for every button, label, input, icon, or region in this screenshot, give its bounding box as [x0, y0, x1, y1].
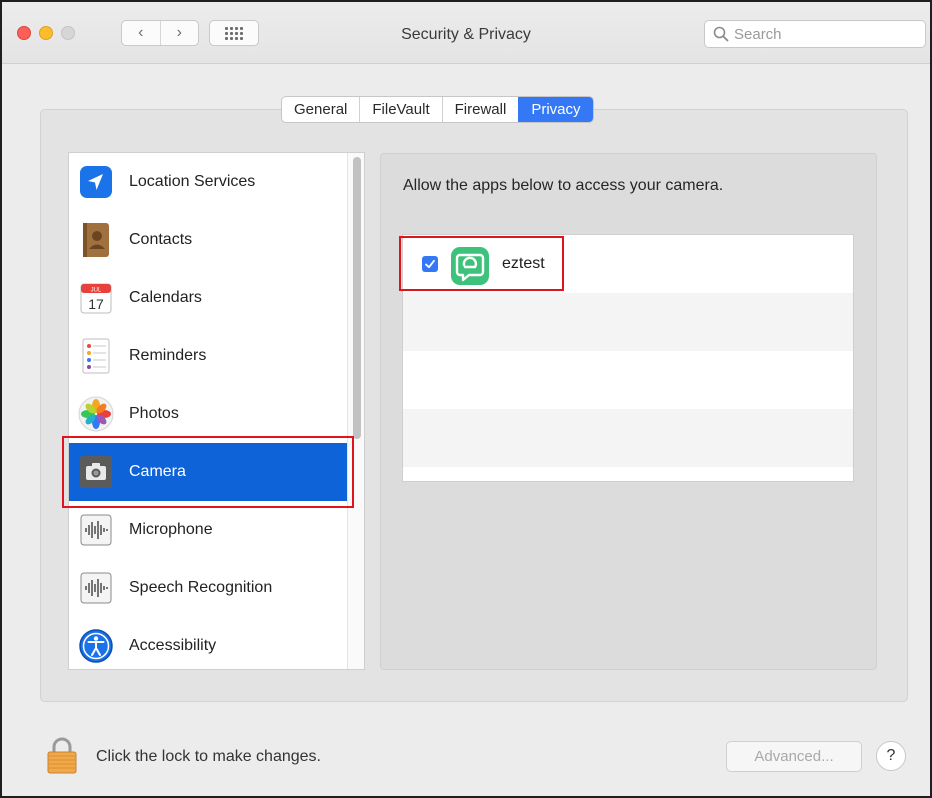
sidebar-item-label: Contacts: [129, 231, 193, 248]
accessibility-person-icon: [77, 627, 115, 665]
tab-filevault[interactable]: FileVault: [359, 97, 441, 122]
camera-app-list[interactable]: eztest: [402, 234, 854, 482]
advanced-button[interactable]: Advanced...: [726, 741, 862, 772]
empty-row: [403, 409, 853, 467]
empty-row: [403, 351, 853, 409]
sidebar-item-label: Reminders: [129, 347, 207, 364]
sidebar-item-calendars[interactable]: JUL 17 Calendars: [69, 269, 348, 327]
speech-waveform-icon: [77, 569, 115, 607]
calendar-day-text: 17: [88, 296, 104, 312]
scrollbar-thumb[interactable]: [353, 157, 361, 439]
search-field[interactable]: Search: [704, 20, 926, 48]
sidebar-item-location-services[interactable]: Location Services: [69, 153, 348, 211]
sidebar-item-label: Microphone: [129, 521, 213, 538]
camera-access-description: Allow the apps below to access your came…: [403, 177, 724, 194]
sidebar-item-label: Speech Recognition: [129, 579, 273, 596]
tab-firewall[interactable]: Firewall: [441, 97, 519, 122]
app-row-eztest[interactable]: eztest: [403, 235, 853, 293]
location-arrow-icon: [77, 163, 115, 201]
search-placeholder: Search: [734, 25, 782, 43]
tab-privacy[interactable]: Privacy: [518, 97, 593, 122]
lock-icon[interactable]: [45, 736, 79, 774]
sidebar-item-label: Photos: [129, 405, 179, 422]
lock-instruction-text: Click the lock to make changes.: [96, 748, 321, 765]
checkmark-icon: [425, 259, 435, 269]
title-bar: ‹ › Security & Privacy Search: [2, 2, 930, 64]
help-button[interactable]: ?: [876, 741, 906, 771]
sidebar-scrollbar[interactable]: [347, 153, 364, 669]
eztest-checkbox[interactable]: [422, 256, 438, 272]
camera-icon: [77, 453, 115, 491]
calendar-month-text: JUL: [91, 288, 102, 294]
photos-flower-icon: [77, 395, 115, 433]
sidebar-item-label: Camera: [129, 463, 186, 480]
eztest-app-icon: [451, 247, 489, 285]
empty-row: [403, 293, 853, 351]
calendar-icon: JUL 17: [77, 279, 115, 317]
contacts-book-icon: [77, 221, 115, 259]
sidebar-item-speech-recognition[interactable]: Speech Recognition: [69, 559, 348, 617]
sidebar-item-accessibility[interactable]: Accessibility: [69, 617, 348, 669]
tab-general[interactable]: General: [282, 97, 359, 122]
app-name: eztest: [502, 255, 545, 272]
sidebar-item-microphone[interactable]: Microphone: [69, 501, 348, 559]
sidebar-item-reminders[interactable]: Reminders: [69, 327, 348, 385]
privacy-category-list[interactable]: Location Services Contacts JUL 17 Calend…: [68, 152, 365, 670]
sidebar-item-photos[interactable]: Photos: [69, 385, 348, 443]
sidebar-item-label: Location Services: [129, 173, 256, 190]
sidebar-item-label: Accessibility: [129, 637, 217, 654]
tab-bar: General FileVault Firewall Privacy: [281, 96, 594, 123]
sidebar-item-label: Calendars: [129, 289, 202, 306]
reminders-list-icon: [77, 337, 115, 375]
microphone-waveform-icon: [77, 511, 115, 549]
sidebar-item-camera[interactable]: Camera: [69, 443, 348, 501]
sidebar-item-contacts[interactable]: Contacts: [69, 211, 348, 269]
search-icon: [713, 26, 729, 42]
